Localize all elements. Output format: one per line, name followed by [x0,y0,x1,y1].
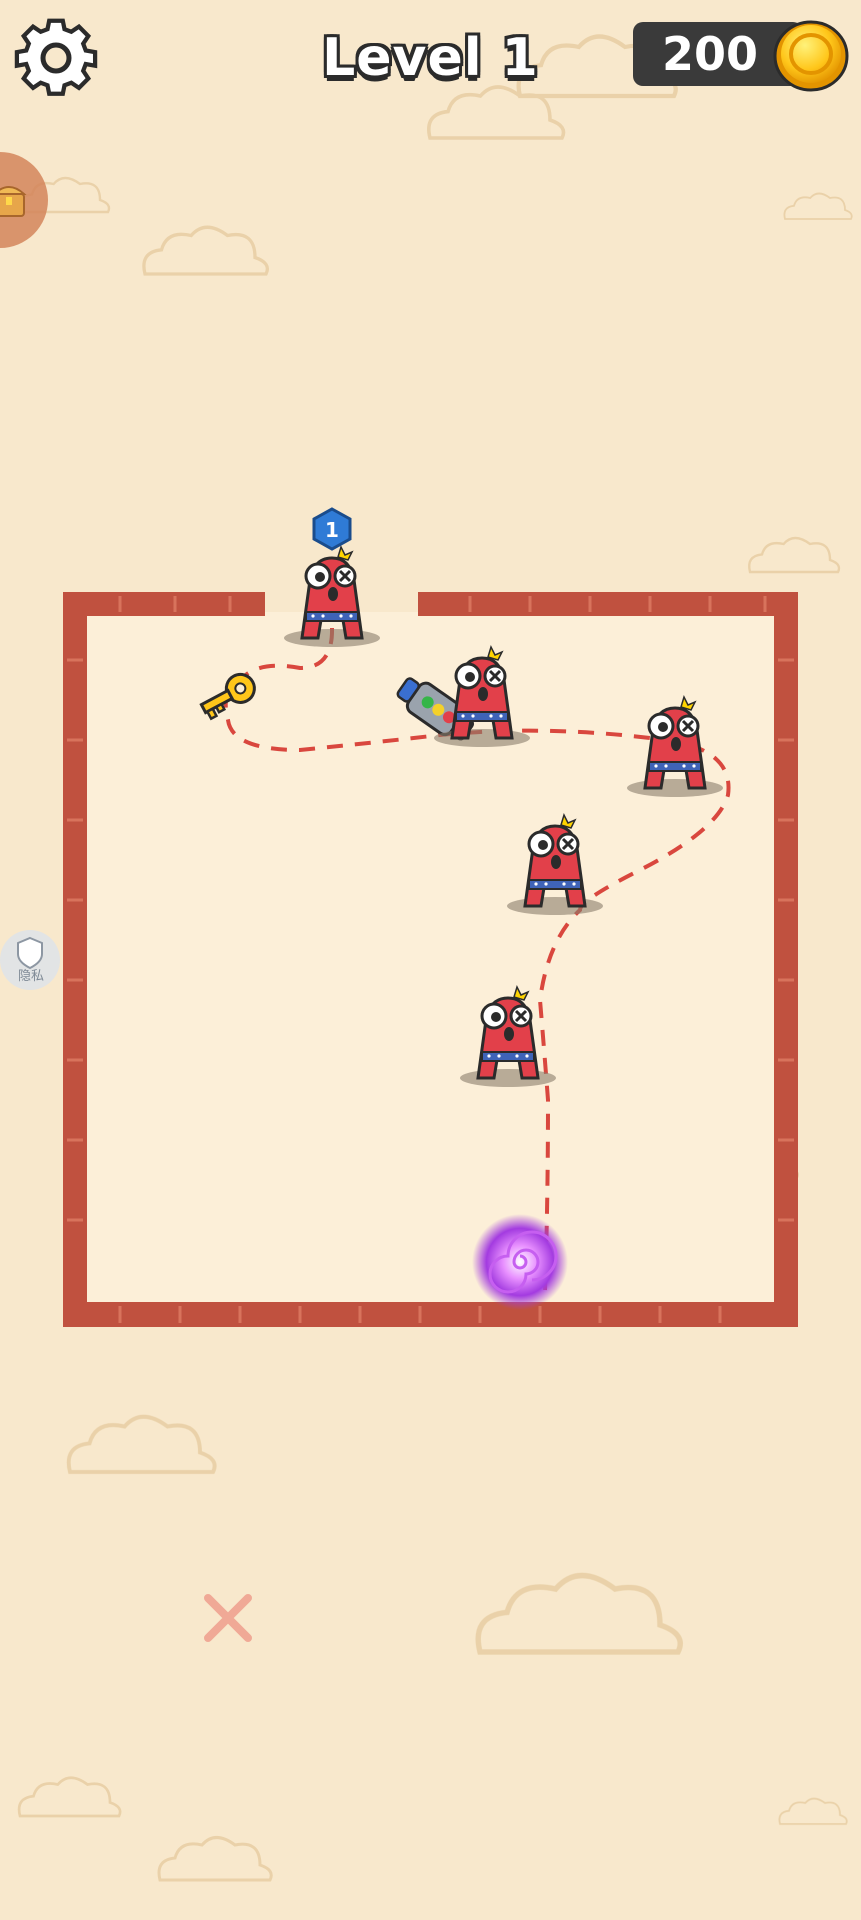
wall-left [63,592,87,1327]
wall-bottom [63,1302,798,1327]
gold-coin-icon [770,14,852,96]
close-button[interactable] [200,1590,256,1646]
purple-portal-icon [472,1214,568,1310]
game-scene: 1 [17,0,853,1882]
coin-count: 200 [661,27,759,81]
privacy-label: 隐私 [17,969,44,984]
close-icon [204,1594,252,1642]
monster-badge-label: 1 [325,518,339,542]
chest-side-button[interactable] [0,150,48,250]
wall-top-right [418,592,798,616]
treasure-chest-icon [0,152,48,248]
wall-top-left [63,592,265,616]
shield-icon [17,936,43,970]
monster-1 [282,545,382,649]
monster-badge: 1 [312,507,352,551]
wall-right [774,592,798,1327]
